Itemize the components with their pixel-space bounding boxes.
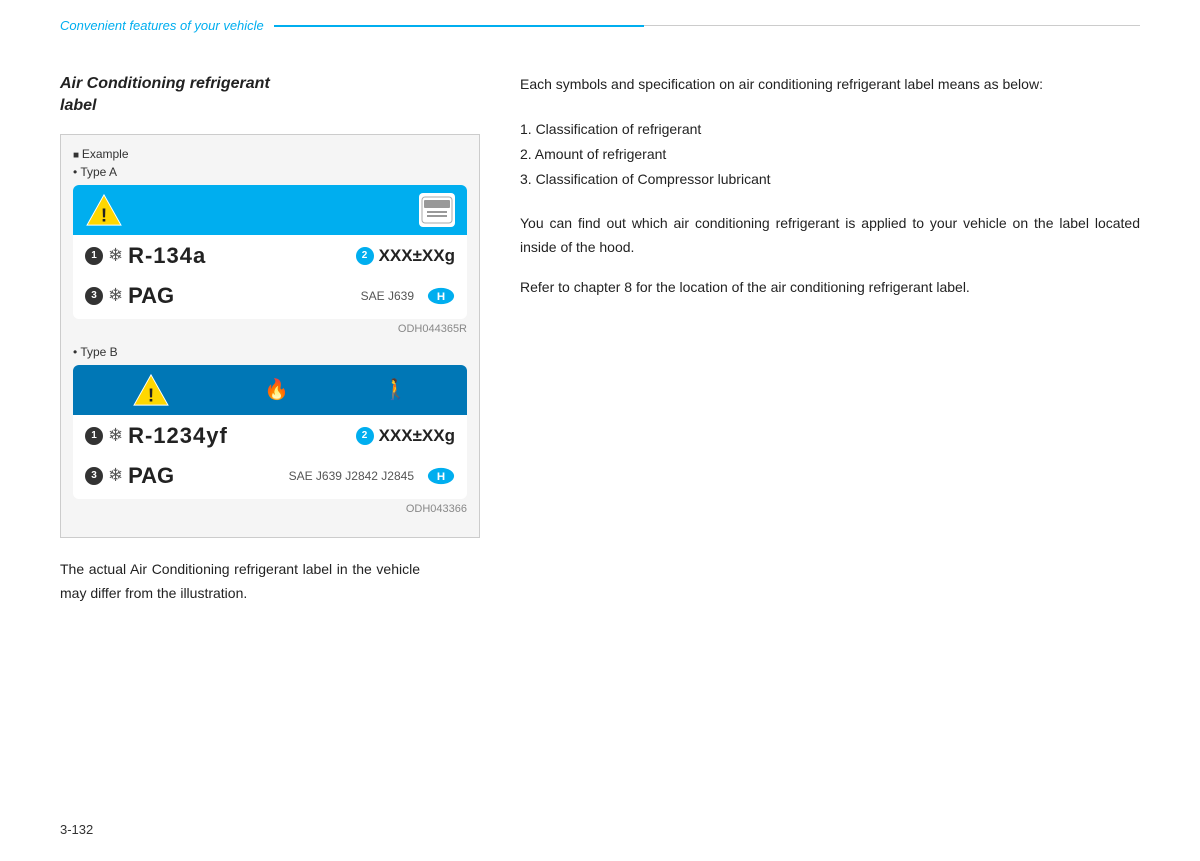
type-a-blue-bar: !	[73, 185, 467, 235]
num3-a: 3	[85, 287, 103, 305]
svg-text:H: H	[437, 471, 445, 483]
page-number: 3-132	[60, 822, 93, 837]
right-intro: Each symbols and specification on air co…	[520, 73, 1140, 97]
num1-a: 1	[85, 247, 103, 265]
fire-icon-b: 🔥	[264, 377, 289, 402]
bottom-note: The actual Air Conditioning refrigerant …	[60, 558, 420, 606]
example-container: Example Type A !	[60, 134, 480, 538]
warning-triangle-b: !	[132, 373, 170, 407]
image-ref-a: ODH044365R	[73, 323, 467, 335]
svg-text:!: !	[101, 205, 107, 226]
refrigerant-amount-a: XXX±XXg	[379, 246, 455, 266]
refrigerant-amount-b: XXX±XXg	[379, 426, 455, 446]
num2-a: 2	[356, 247, 374, 265]
example-tag: Example	[73, 147, 467, 161]
right-column: Each symbols and specification on air co…	[520, 73, 1140, 605]
image-ref-b: ODH043366	[73, 503, 467, 515]
page-header: Convenient features of your vehicle	[60, 0, 1140, 33]
lubricant-b: PAG	[128, 463, 174, 489]
type-a-white-row: 3 ❄ PAG SAE J639 H	[73, 277, 467, 319]
section-title: Air Conditioning refrigerant label	[60, 73, 480, 118]
refrigerant-type-b: R-1234yf	[128, 423, 228, 449]
type-a-white-section: 1 ❄ R-134a 2 XXX±XXg	[73, 235, 467, 277]
type-a-label-diagram: !	[73, 185, 467, 319]
hyundai-logo-a: H	[427, 287, 455, 305]
type-b-label-diagram: ! 🔥 🚶 1 ❄	[73, 365, 467, 499]
molecule-icon-a2: ❄	[108, 285, 123, 306]
refrigerant-type-a: R-134a	[128, 243, 206, 269]
list-item-3: 3. Classification of Compressor lubrican…	[520, 167, 1140, 192]
main-content: Air Conditioning refrigerant label Examp…	[60, 63, 1140, 605]
header-title: Convenient features of your vehicle	[60, 18, 264, 33]
sae-b: SAE J639 J2842 J2845	[289, 469, 414, 483]
warning-triangle-a: !	[85, 193, 123, 227]
list-item-2: 2. Amount of refrigerant	[520, 142, 1140, 167]
svg-text:H: H	[437, 291, 445, 303]
ac-icon-a	[419, 193, 455, 227]
right-para-1: You can find out which air conditioning …	[520, 212, 1140, 260]
type-a-label: Type A	[73, 165, 467, 179]
type-b-white-section: 1 ❄ R-1234yf 2 XXX±XXg	[73, 415, 467, 457]
molecule-icon-a: ❄	[108, 245, 123, 266]
type-b-white-row: 3 ❄ PAG SAE J639 J2842 J2845 H	[73, 457, 467, 499]
num1-b: 1	[85, 427, 103, 445]
list-item-1: 1. Classification of refrigerant	[520, 117, 1140, 142]
lubricant-a: PAG	[128, 283, 174, 309]
svg-text:!: !	[148, 385, 154, 406]
header-line-blue	[274, 25, 644, 27]
type-b-blue-bar: ! 🔥 🚶	[73, 365, 467, 415]
person-icon-b: 🚶	[383, 377, 408, 402]
header-line-gray	[644, 25, 1140, 26]
left-column: Air Conditioning refrigerant label Examp…	[60, 73, 480, 605]
molecule-icon-b: ❄	[108, 425, 123, 446]
num3-b: 3	[85, 467, 103, 485]
type-b-label: Type B	[73, 345, 467, 359]
hyundai-logo-b: H	[427, 467, 455, 485]
right-list: 1. Classification of refrigerant 2. Amou…	[520, 117, 1140, 193]
molecule-icon-b2: ❄	[108, 465, 123, 486]
sae-a: SAE J639	[361, 289, 414, 303]
right-para-2: Refer to chapter 8 for the location of t…	[520, 276, 1140, 300]
num2-b: 2	[356, 427, 374, 445]
